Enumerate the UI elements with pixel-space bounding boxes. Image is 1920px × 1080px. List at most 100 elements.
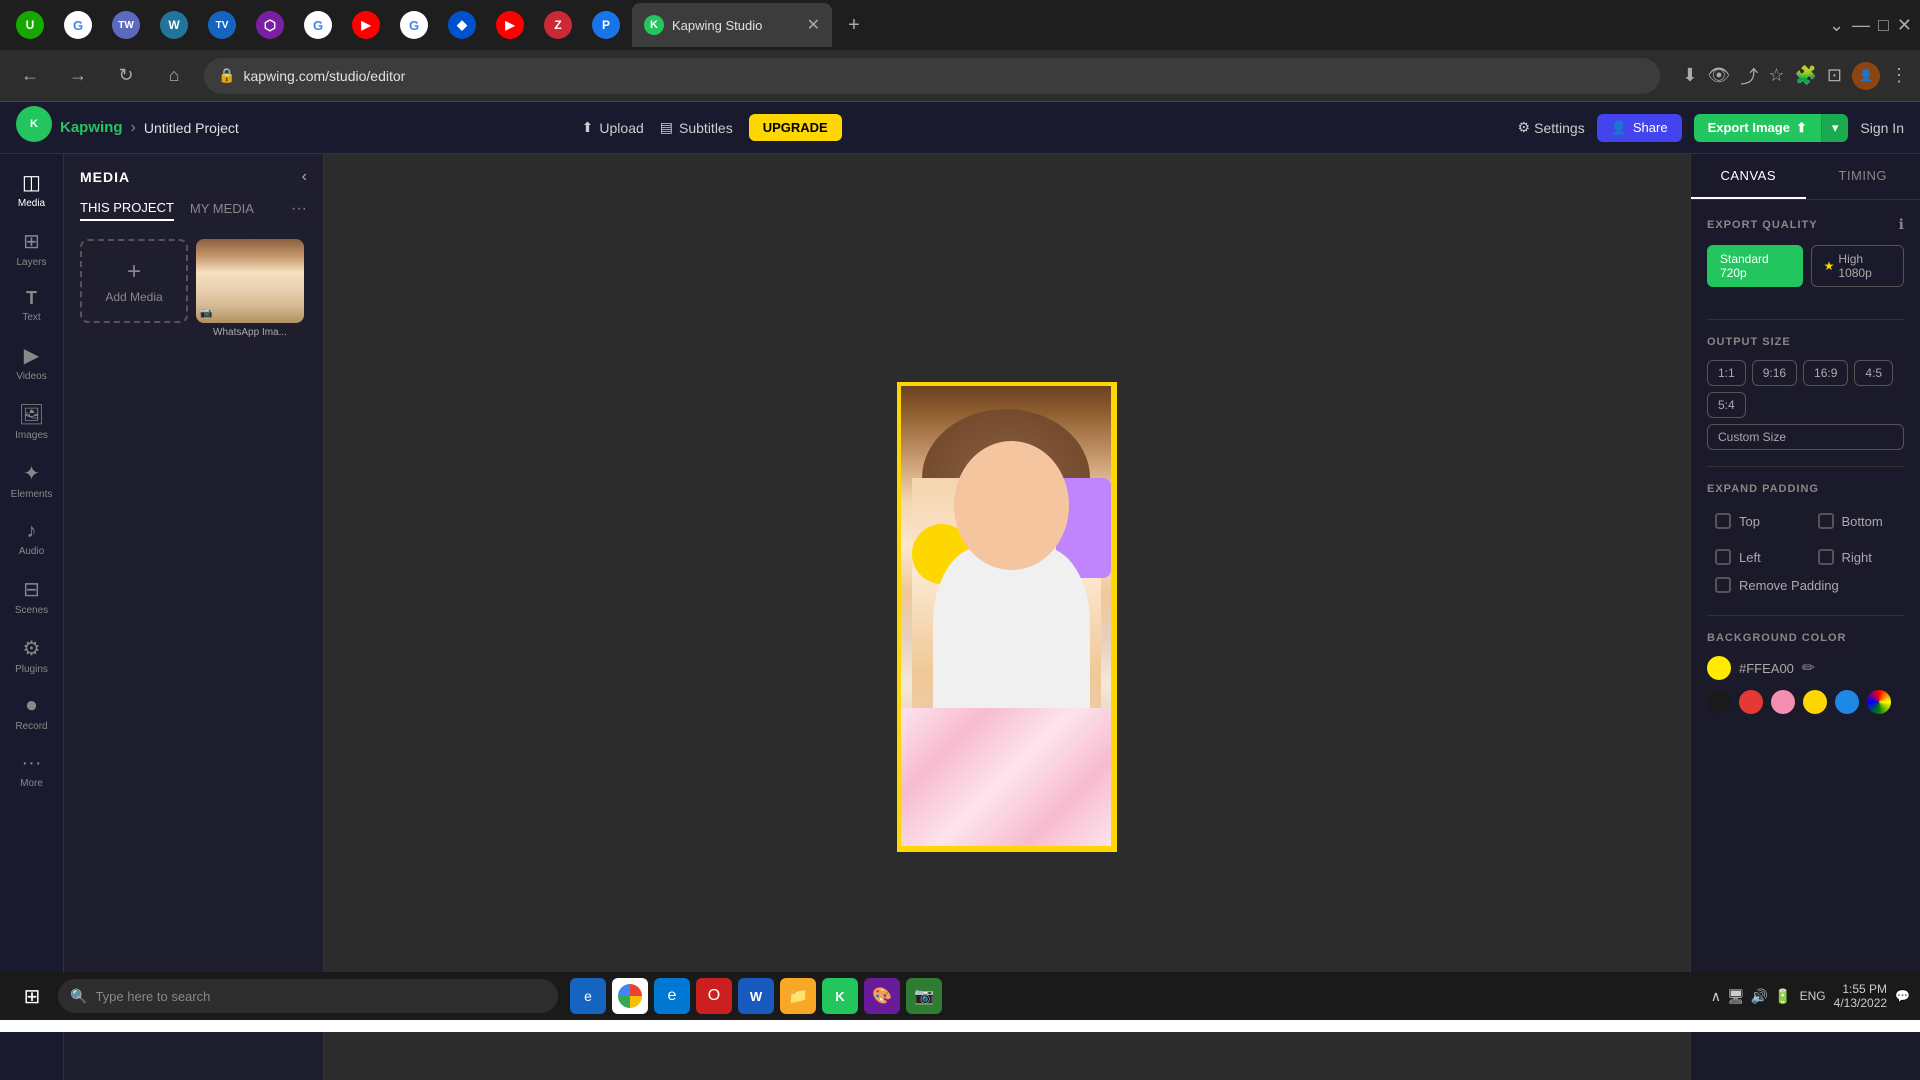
tab-google3[interactable]: G	[392, 3, 436, 47]
media-more-button[interactable]: ···	[291, 200, 307, 218]
collapse-media-panel-button[interactable]: ‹	[302, 168, 307, 186]
sidebar-item-layers[interactable]: ⊞ Layers	[4, 221, 60, 276]
favorites-icon[interactable]: ☆	[1768, 65, 1784, 86]
upload-button[interactable]: ⬆ Upload	[582, 119, 644, 136]
high-quality-button[interactable]: ★ High 1080p	[1811, 245, 1904, 287]
bottom-checkbox[interactable]	[1818, 513, 1834, 529]
size-1-1-button[interactable]: 1:1	[1707, 360, 1746, 386]
bg-color-swatch[interactable]	[1707, 656, 1731, 680]
taskbar-app-paint[interactable]: 🎨	[864, 978, 900, 1014]
sidebar-item-videos[interactable]: ▶ Videos	[4, 335, 60, 390]
share-button[interactable]: 👤 Share	[1597, 114, 1682, 142]
color-preset-black[interactable]	[1707, 690, 1731, 714]
top-checkbox[interactable]	[1715, 513, 1731, 529]
refresh-button[interactable]: ↻	[108, 58, 144, 94]
subtitles-button[interactable]: ▤ Subtitles	[660, 119, 733, 136]
taskbar-app-opera[interactable]: O	[696, 978, 732, 1014]
export-button[interactable]: Export Image ⬆	[1694, 114, 1821, 142]
taskbar-notification-icon[interactable]: 💬	[1895, 989, 1910, 1003]
extensions-icon[interactable]: 🧩	[1794, 65, 1816, 86]
tab-taskade[interactable]: TW	[104, 3, 148, 47]
expand-bottom-button[interactable]: Bottom	[1810, 507, 1905, 535]
tab-sourcetree[interactable]: ◆	[440, 3, 484, 47]
kapwing-logo-icon[interactable]: K	[16, 106, 52, 142]
taskbar-battery-icon[interactable]: 🔋	[1774, 988, 1791, 1005]
taskbar-app-edge[interactable]: e	[654, 978, 690, 1014]
tab-wordpress[interactable]: W	[152, 3, 196, 47]
taskbar-search-bar[interactable]: 🔍 Type here to search	[58, 979, 558, 1013]
minimize-icon[interactable]: —	[1852, 15, 1870, 36]
export-quality-info-icon[interactable]: ℹ	[1899, 216, 1904, 233]
taskbar-app-chrome[interactable]	[612, 978, 648, 1014]
sidebar-item-more[interactable]: ··· More	[4, 744, 60, 797]
taskbar-app-ie[interactable]: e	[570, 978, 606, 1014]
sidebar-item-text[interactable]: T Text	[4, 280, 60, 331]
remove-padding-checkbox[interactable]	[1715, 577, 1731, 593]
tab-multi[interactable]: ⬡	[248, 3, 292, 47]
taskbar-app-explorer[interactable]: 📁	[780, 978, 816, 1014]
home-button[interactable]: ⌂	[156, 58, 192, 94]
color-preset-red[interactable]	[1739, 690, 1763, 714]
taskbar-chevron-icon[interactable]: ∧	[1711, 988, 1721, 1005]
sidebar-item-record[interactable]: ⏺ Record	[4, 687, 60, 740]
size-4-5-button[interactable]: 4:5	[1854, 360, 1893, 386]
download-icon[interactable]: ⬇	[1682, 65, 1697, 86]
tab-google2[interactable]: G	[296, 3, 340, 47]
color-preset-blue[interactable]	[1835, 690, 1859, 714]
size-16-9-button[interactable]: 16:9	[1803, 360, 1848, 386]
expand-top-button[interactable]: Top	[1707, 507, 1802, 535]
sign-in-button[interactable]: Sign In	[1860, 120, 1904, 136]
new-tab-button[interactable]: +	[836, 7, 872, 43]
expand-right-button[interactable]: Right	[1810, 543, 1905, 571]
tab-timing[interactable]: TIMING	[1806, 154, 1920, 199]
tab-canvas[interactable]: CANVAS	[1691, 154, 1806, 199]
sidebar-item-plugins[interactable]: ⚙ Plugins	[4, 628, 60, 683]
tab-youtube1[interactable]: ▶	[344, 3, 388, 47]
eyedropper-button[interactable]: ✏	[1802, 658, 1815, 678]
taskbar-app-misc[interactable]: 📷	[906, 978, 942, 1014]
size-5-4-button[interactable]: 5:4	[1707, 392, 1746, 418]
url-bar[interactable]: 🔒 kapwing.com/studio/editor	[204, 58, 1660, 94]
tab-pcloud[interactable]: P	[584, 3, 628, 47]
close-window-icon[interactable]: ✕	[1897, 15, 1912, 36]
taskbar-network-icon[interactable]: 🖥	[1727, 988, 1745, 1005]
remove-padding-button[interactable]: Remove Padding	[1707, 571, 1904, 599]
sidebar-item-images[interactable]: 🖼 Images	[4, 394, 60, 449]
tab-youtube2[interactable]: ▶	[488, 3, 532, 47]
split-view-icon[interactable]: ⊡	[1827, 65, 1842, 86]
tab-upwork[interactable]: U	[8, 3, 52, 47]
add-media-button[interactable]: + Add Media	[80, 239, 188, 323]
back-button[interactable]: ←	[12, 58, 48, 94]
profile-avatar[interactable]: 👤	[1852, 62, 1880, 90]
custom-size-button[interactable]: Custom Size	[1707, 424, 1904, 450]
media-thumbnail-0[interactable]: 📷	[196, 239, 304, 323]
color-preset-gradient[interactable]	[1867, 690, 1891, 714]
sidebar-item-scenes[interactable]: ⊟ Scenes	[4, 569, 60, 624]
tab-my-media[interactable]: MY MEDIA	[190, 197, 254, 220]
standard-quality-button[interactable]: Standard 720p	[1707, 245, 1803, 287]
taskbar-app-word[interactable]: W	[738, 978, 774, 1014]
color-preset-pink[interactable]	[1771, 690, 1795, 714]
canvas-area[interactable]	[324, 154, 1690, 1080]
eye-icon[interactable]: 👁	[1707, 65, 1730, 86]
forward-button[interactable]: →	[60, 58, 96, 94]
browser-menu-icon[interactable]: ⋮	[1890, 65, 1908, 86]
active-tab[interactable]: K Kapwing Studio ✕	[632, 3, 832, 47]
taskbar-app-kapwing[interactable]: K	[822, 978, 858, 1014]
expand-left-button[interactable]: Left	[1707, 543, 1802, 571]
taskbar-volume-icon[interactable]: 🔊	[1751, 988, 1768, 1005]
settings-button[interactable]: ⚙ Settings	[1518, 119, 1585, 136]
sidebar-item-media[interactable]: ◫ Media	[4, 162, 60, 217]
color-preset-yellow[interactable]	[1803, 690, 1827, 714]
sidebar-item-elements[interactable]: ✦ Elements	[4, 453, 60, 508]
tab-google1[interactable]: G	[56, 3, 100, 47]
tab-zotero[interactable]: Z	[536, 3, 580, 47]
tab-list-icon[interactable]: ⌄	[1829, 15, 1844, 36]
right-checkbox[interactable]	[1818, 549, 1834, 565]
start-button[interactable]: ⊞	[10, 974, 54, 1018]
tab-this-project[interactable]: THIS PROJECT	[80, 196, 174, 221]
upgrade-button[interactable]: UPGRADE	[749, 114, 842, 141]
share-icon[interactable]: ⤴	[1740, 63, 1758, 89]
tab-tv[interactable]: TV	[200, 3, 244, 47]
size-9-16-button[interactable]: 9:16	[1752, 360, 1797, 386]
